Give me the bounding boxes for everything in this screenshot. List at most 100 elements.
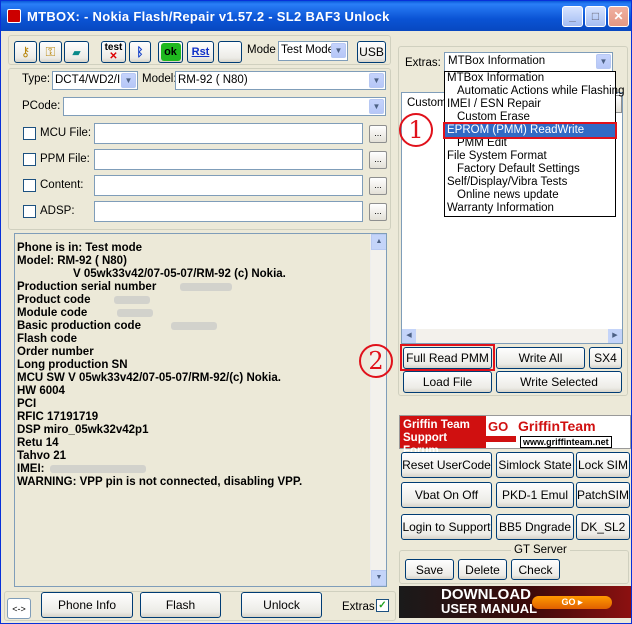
menu-item[interactable]: Factory Default Settings — [445, 163, 615, 176]
close-button[interactable]: ✕ — [608, 6, 629, 27]
log-scrollbar[interactable]: ▲ ▼ — [370, 234, 386, 586]
menu-item[interactable]: Online news update — [445, 189, 615, 202]
redacted-value — [180, 282, 233, 291]
model-select[interactable]: RM-92 ( N80) ▼ — [175, 71, 386, 90]
menu-item[interactable]: Warranty Information — [445, 202, 615, 215]
adsp-checkbox[interactable] — [23, 205, 36, 218]
blank-button[interactable] — [218, 41, 242, 63]
chevron-down-icon: ▼ — [596, 54, 611, 69]
ok-button[interactable]: ok — [158, 41, 183, 63]
banner-url: www.griffinteam.net — [520, 436, 612, 448]
usb-button[interactable]: USB — [357, 41, 386, 63]
menu-item-selected[interactable]: EPROM (PMM) ReadWrite — [443, 122, 617, 139]
patchsim-button[interactable]: PatchSIM — [576, 482, 630, 508]
check-button[interactable]: Check — [511, 559, 560, 580]
flash-button[interactable]: Flash — [140, 592, 221, 618]
toggle-arrows-button[interactable]: <-> — [7, 598, 31, 619]
simlock-state-button[interactable]: Simlock State — [496, 452, 574, 478]
ppm-label: PPM File: — [40, 153, 90, 165]
login-support-button[interactable]: Login to Support — [401, 514, 492, 540]
ppm-browse-button[interactable]: ... — [369, 151, 387, 169]
scroll-left-icon[interactable]: ◀ — [402, 329, 416, 343]
arrow-right-icon — [486, 436, 516, 442]
log-line: IMEI: — [17, 463, 384, 476]
menu-item[interactable]: PMM Edit — [445, 137, 615, 150]
bb5-dngrade-button[interactable]: BB5 Dngrade — [496, 514, 574, 540]
bluetooth-icon: ᛒ — [136, 45, 144, 59]
redacted-value — [117, 308, 154, 317]
eraser-icon-button[interactable]: ▰ — [64, 41, 89, 63]
annotation-marker-2: 2 — [359, 344, 393, 378]
write-all-button[interactable]: Write All — [496, 347, 585, 369]
griffin-support-banner[interactable]: Griffin Team Support Forum GO GriffinTea… — [399, 415, 631, 457]
log-text: IMEI: — [17, 463, 45, 475]
highlight-box — [400, 344, 495, 371]
window-title: MTBOX: - Nokia Flash/Repair v1.57.2 - SL… — [27, 9, 390, 24]
reset-usercode-button[interactable]: Reset UserCode — [401, 452, 492, 478]
adsp-browse-button[interactable]: ... — [369, 203, 387, 221]
download-line1: DOWNLOAD — [441, 586, 531, 603]
dk-sl2-button[interactable]: DK_SL2 — [576, 514, 630, 540]
unlock-button[interactable]: Unlock — [241, 592, 322, 618]
log-line: Module code — [17, 307, 384, 320]
log-output: Phone is in: Test mode Model: RM-92 ( N8… — [14, 233, 387, 587]
keys-icon-button[interactable]: ⚿ — [39, 41, 62, 63]
log-line: Basic production code — [17, 320, 384, 333]
menu-item[interactable]: Automatic Actions while Flashing — [445, 85, 624, 98]
scroll-right-icon[interactable]: ▶ — [608, 329, 622, 343]
content-file-input[interactable] — [94, 175, 363, 196]
download-manual-banner[interactable]: DOWNLOAD USER MANUAL GO ▸ — [399, 586, 631, 618]
type-select[interactable]: DCT4/WD2/I ▼ — [52, 71, 138, 90]
adsp-file-input[interactable] — [94, 201, 363, 222]
write-selected-button[interactable]: Write Selected — [496, 371, 622, 393]
log-line: Production serial number — [17, 281, 384, 294]
delete-button[interactable]: Delete — [458, 559, 507, 580]
phone-info-button[interactable]: Phone Info — [41, 592, 133, 618]
chevron-down-icon: ▼ — [369, 73, 384, 88]
chevron-down-icon: ▼ — [369, 99, 384, 114]
ppm-checkbox[interactable] — [23, 153, 36, 166]
vbat-onoff-button[interactable]: Vbat On Off — [401, 482, 492, 508]
test-button[interactable]: test ✕ — [101, 41, 126, 63]
mode-select[interactable]: Test Mode ▼ — [278, 41, 348, 61]
key-icon-button[interactable]: ⚷ — [14, 41, 37, 63]
pcode-select[interactable]: ▼ — [63, 97, 386, 116]
lock-sim-button[interactable]: Lock SIM — [576, 452, 630, 478]
reset-button[interactable]: Rst — [187, 41, 214, 63]
extras-checkbox[interactable]: ✓ — [376, 599, 389, 612]
scroll-up-icon[interactable]: ▲ — [371, 234, 386, 250]
mode-label: Mode — [247, 44, 276, 56]
extras-select[interactable]: MTBox Information ▼ — [444, 52, 613, 72]
mcu-file-input[interactable] — [94, 123, 363, 144]
extras-dropdown-menu[interactable]: MTBox Information Automatic Actions whil… — [443, 71, 624, 217]
griffin-banner-text: Griffin Team Support Forum — [400, 416, 486, 457]
menu-item[interactable]: Custom Erase — [445, 111, 615, 124]
save-button[interactable]: Save — [405, 559, 454, 580]
content-checkbox[interactable] — [23, 179, 36, 192]
content-label: Content: — [40, 179, 84, 191]
content-browse-button[interactable]: ... — [369, 177, 387, 195]
pkd1-emul-button[interactable]: PKD-1 Emul — [496, 482, 574, 508]
minimize-button[interactable]: _ — [562, 6, 583, 27]
load-file-button[interactable]: Load File — [403, 371, 492, 393]
redacted-value — [170, 321, 217, 330]
sx4-button[interactable]: SX4 — [589, 347, 622, 369]
mcu-checkbox[interactable] — [23, 127, 36, 140]
type-label: Type: — [22, 73, 51, 85]
horizontal-scrollbar[interactable]: ◀ ▶ — [402, 329, 622, 343]
menu-item[interactable]: File System Format — [445, 150, 615, 163]
log-line: Flash code — [17, 333, 78, 345]
keys-icon: ⚿ — [45, 44, 56, 59]
maximize-button[interactable]: □ — [585, 6, 606, 27]
bluetooth-button[interactable]: ᛒ — [129, 41, 151, 63]
scroll-down-icon[interactable]: ▼ — [371, 570, 386, 586]
ok-label: ok — [160, 43, 181, 61]
menu-item[interactable]: IMEI / ESN Repair — [445, 98, 615, 111]
menu-item[interactable]: MTBox Information — [445, 72, 615, 85]
ppm-file-input[interactable] — [94, 149, 363, 170]
mcu-browse-button[interactable]: ... — [369, 125, 387, 143]
menu-item[interactable]: Self/Display/Vibra Tests — [445, 176, 615, 189]
log-text: Module code — [17, 307, 88, 319]
download-go-button[interactable]: GO ▸ — [532, 596, 612, 609]
pcode-label: PCode: — [22, 100, 61, 112]
